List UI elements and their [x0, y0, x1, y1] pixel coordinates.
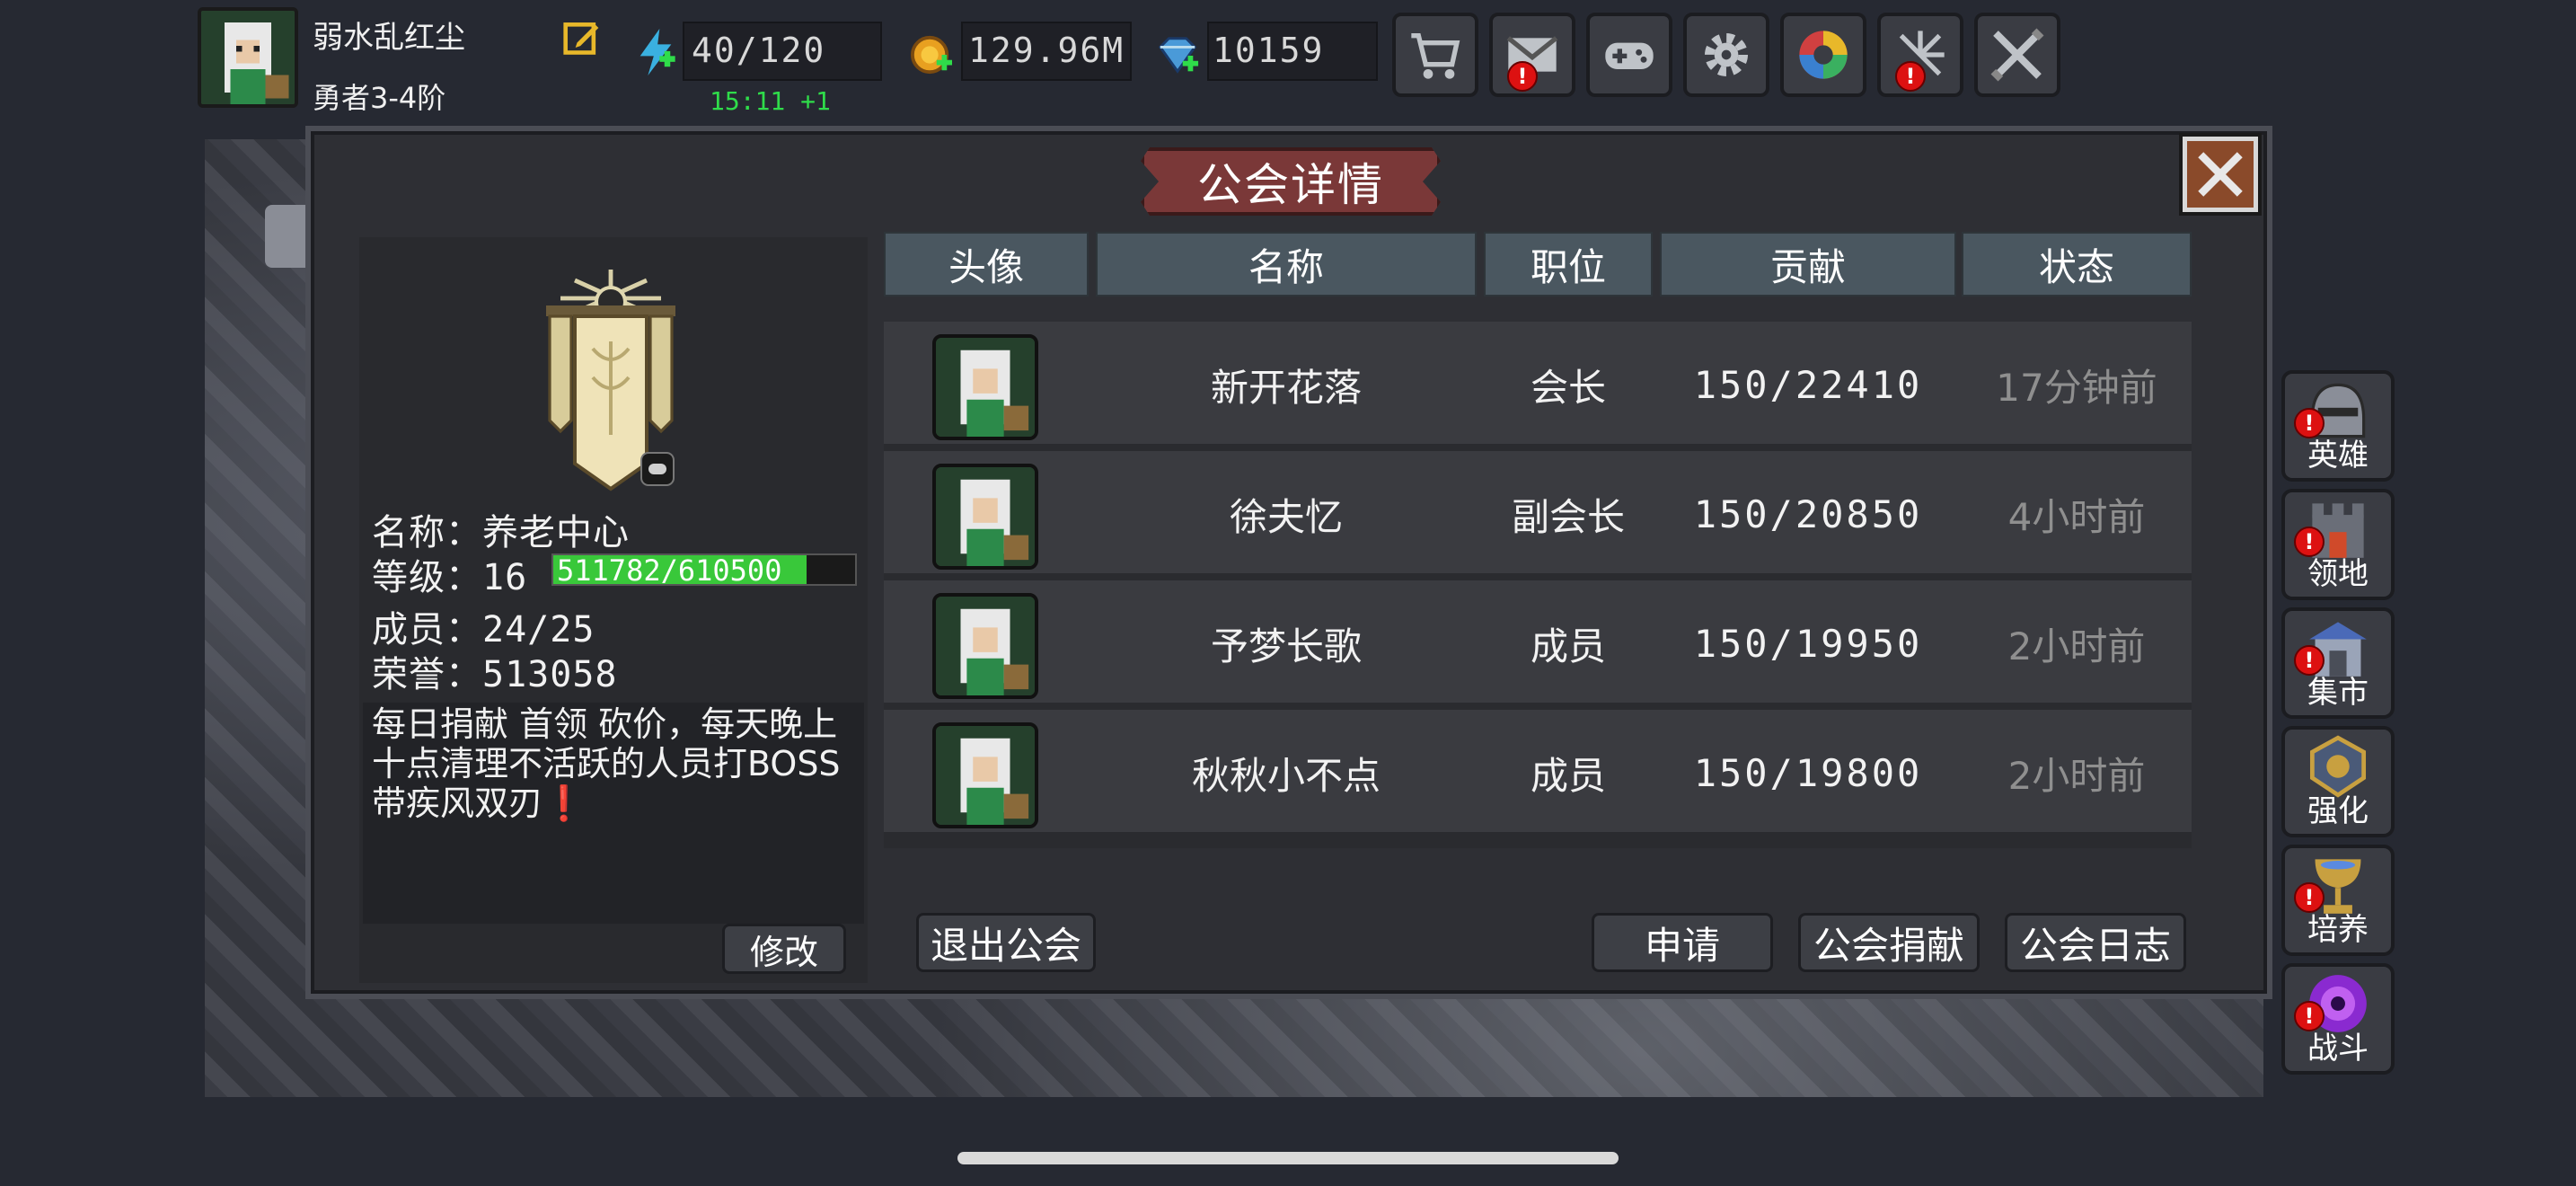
mail-button[interactable]: ! — [1489, 13, 1575, 97]
side-nav-label: 强化 — [2307, 793, 2369, 829]
member-table: 新开花落 会长 150/22410 17分钟前 徐夫忆 副会长 150/2085… — [884, 322, 2192, 848]
settings-button[interactable] — [1683, 13, 1769, 97]
member-position: 会长 — [1530, 365, 1606, 410]
burst-button[interactable]: ! — [1877, 13, 1963, 97]
guild-xp-bar: 511782/610500 — [551, 553, 857, 588]
edit-notice-button[interactable]: 修改 — [722, 924, 846, 974]
gold-value: 129.96M — [968, 31, 1125, 70]
header-contribution: 贡献 — [1660, 232, 1956, 296]
side-nav-enhance[interactable]: 强化 — [2281, 726, 2395, 837]
dialog-title: 公会详情 — [1197, 159, 1384, 211]
member-status: 4小时前 — [2007, 494, 2146, 539]
table-row[interactable]: 徐夫忆 副会长 150/20850 4小时前 — [884, 451, 2192, 577]
shop-cart-button[interactable] — [1392, 13, 1478, 97]
side-nav-label: 集市 — [2307, 675, 2369, 711]
member-status: 2小时前 — [2007, 753, 2146, 798]
gem-value: 10159 — [1213, 31, 1325, 70]
side-nav-label: 培养 — [2307, 912, 2369, 948]
portrait-icon — [936, 726, 1035, 825]
burst-alert-badge: ! — [1895, 61, 1926, 92]
close-button[interactable] — [2183, 137, 2258, 212]
portrait-icon — [201, 11, 295, 104]
portrait-icon — [936, 597, 1035, 695]
guild-donate-button[interactable]: 公会捐献 — [1798, 913, 1980, 972]
guild-honor-line: 荣誉：513058 — [372, 645, 618, 697]
portrait-icon — [936, 467, 1035, 566]
dialog-title-ribbon: 公会详情 — [1141, 147, 1441, 216]
portrait-icon — [936, 338, 1035, 437]
guild-level-line: 等级：16 — [372, 548, 527, 600]
side-nav-label: 英雄 — [2307, 438, 2369, 474]
member-avatar[interactable] — [932, 593, 1038, 699]
side-nav-market[interactable]: ! 集市 — [2281, 607, 2395, 719]
table-row[interactable]: 新开花落 会长 150/22410 17分钟前 — [884, 322, 2192, 447]
member-name: 秋秋小不点 — [1191, 753, 1381, 798]
side-nav-hero[interactable]: ! 英雄 — [2281, 370, 2395, 482]
member-avatar[interactable] — [932, 722, 1038, 828]
member-name: 予梦长歌 — [1210, 624, 1362, 668]
guild-level: 16 — [482, 557, 528, 598]
mail-alert-badge: ! — [1507, 61, 1538, 92]
crossed-swords-icon — [1990, 28, 2044, 82]
side-nav-territory[interactable]: ! 领地 — [2281, 489, 2395, 600]
member-position: 成员 — [1530, 624, 1606, 668]
member-contribution: 150/22410 — [1693, 362, 1923, 407]
home-indicator[interactable] — [957, 1152, 1619, 1164]
apply-button[interactable]: 申请 — [1592, 913, 1773, 972]
player-rank: 勇者3-4阶 — [313, 81, 446, 115]
member-avatar[interactable] — [932, 464, 1038, 570]
battle-swords-button[interactable] — [1974, 13, 2060, 97]
guild-notice: 每日捐献 首领 砍价，每天晚上十点清理不活跃的人员打BOSS带疾风双刃❗ — [372, 704, 841, 823]
member-contribution: 150/20850 — [1693, 491, 1923, 536]
member-contribution: 150/19800 — [1693, 750, 1923, 795]
gamepad-button[interactable] — [1586, 13, 1672, 97]
member-name: 徐夫忆 — [1229, 494, 1343, 539]
member-status: 17分钟前 — [1996, 365, 2157, 410]
side-nav-label: 战斗 — [2307, 1031, 2369, 1067]
energy-value: 40/120 — [692, 31, 826, 70]
cart-icon — [1411, 33, 1460, 79]
guild-honor: 513058 — [482, 654, 618, 695]
player-name: 弱水乱红尘 — [313, 20, 465, 56]
gear-icon — [1705, 33, 1748, 76]
member-contribution: 150/19950 — [1693, 621, 1923, 666]
banner-customize-icon[interactable] — [640, 451, 675, 487]
header-status: 状态 — [1962, 232, 2192, 296]
header-avatar: 头像 — [884, 232, 1089, 296]
side-nav-label: 领地 — [2307, 556, 2369, 592]
energy-timer: 15:11 +1 — [710, 86, 831, 116]
gem-icon[interactable] — [1155, 36, 1200, 75]
member-avatar[interactable] — [932, 334, 1038, 440]
leave-guild-button[interactable]: 退出公会 — [916, 913, 1096, 972]
aperture-icon — [1799, 31, 1848, 79]
aperture-button[interactable] — [1780, 13, 1866, 97]
edit-name-icon[interactable] — [562, 18, 602, 58]
gamepad-icon — [1605, 42, 1654, 69]
guild-log-button[interactable]: 公会日志 — [2005, 913, 2186, 972]
close-icon — [2198, 152, 2243, 197]
side-nav-cultivate[interactable]: ! 培养 — [2281, 845, 2395, 956]
guild-xp-text: 511782/610500 — [557, 553, 782, 588]
member-name: 新开花落 — [1210, 365, 1362, 410]
player-avatar[interactable] — [198, 7, 298, 108]
member-status: 2小时前 — [2007, 624, 2146, 668]
energy-icon — [640, 29, 675, 75]
table-row[interactable]: 予梦长歌 成员 150/19950 2小时前 — [884, 580, 2192, 706]
header-name: 名称 — [1096, 232, 1477, 296]
header-position: 职位 — [1484, 232, 1653, 296]
guild-level-label: 等级： — [372, 557, 482, 598]
member-position: 成员 — [1530, 753, 1606, 798]
gold-coin-icon[interactable] — [911, 34, 952, 75]
side-nav-battle[interactable]: ! 战斗 — [2281, 963, 2395, 1075]
guild-honor-label: 荣誉： — [372, 654, 482, 695]
member-position: 副会长 — [1511, 494, 1625, 539]
table-row[interactable]: 秋秋小不点 成员 150/19800 2小时前 — [884, 710, 2192, 836]
